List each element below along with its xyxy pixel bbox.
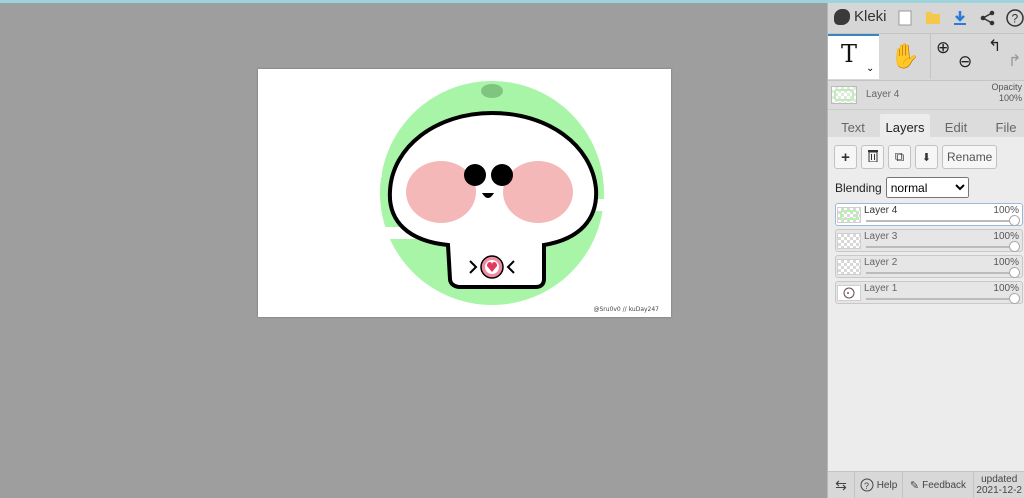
panel-footer: ⇆ ? Help ✎ Feedback updated 2021-12-2	[828, 471, 1024, 498]
open-folder-icon[interactable]	[924, 9, 942, 27]
kleki-logo-icon	[834, 8, 850, 25]
share-glyph	[980, 10, 995, 26]
layer-name: Layer 1	[864, 283, 898, 294]
layer-name: Layer 2	[864, 257, 898, 268]
current-layer-opacity: Opacity 100%	[991, 82, 1022, 104]
rename-layer-button[interactable]: Rename	[942, 145, 998, 169]
updated-info[interactable]: updated 2021-12-2	[976, 474, 1022, 496]
text-tool-icon: T	[841, 40, 858, 68]
layer-item-1[interactable]: Layer 1 100%	[835, 281, 1023, 304]
layer-thumbnail	[837, 285, 861, 301]
layer-thumbnail	[837, 259, 861, 275]
new-image-icon[interactable]	[896, 9, 914, 27]
opacity-value: 100%	[998, 93, 1022, 103]
zoom-out-icon[interactable]: ⊖	[958, 52, 972, 72]
layer-thumbnail	[837, 207, 861, 223]
help-button[interactable]: ? Help	[855, 472, 903, 498]
layer-thumbnail	[837, 233, 861, 249]
layer-item-4[interactable]: Layer 4 100%	[835, 203, 1023, 226]
current-layer-info: Layer 4 Opacity 100%	[828, 81, 1024, 110]
toolbar: T ⌄ ✋ ⊕ ⊖ ↰ ↱	[828, 34, 1024, 81]
chevron-down-icon[interactable]: ⌄	[866, 63, 874, 74]
side-panel: Kleki ? T ⌄ ✋ ⊕ ⊖ ↰ ↱ Layer 4 Opacity 10…	[827, 3, 1024, 498]
svg-text:?: ?	[864, 481, 869, 491]
blending-select[interactable]: normal	[885, 177, 969, 198]
zoom-in-icon[interactable]: ⊕	[936, 38, 950, 58]
hand-icon: ✋	[890, 43, 920, 70]
help-glyph: ?	[1006, 9, 1024, 27]
opacity-slider-track[interactable]	[866, 298, 1014, 300]
opacity-slider-track[interactable]	[866, 272, 1014, 274]
merge-down-icon: ⬇	[921, 151, 932, 164]
download-glyph	[954, 11, 966, 25]
swap-side-icon[interactable]: ⇆	[828, 472, 855, 498]
new-image-glyph	[898, 10, 912, 26]
opacity-slider-handle[interactable]	[1009, 267, 1020, 278]
trash-icon	[867, 149, 878, 165]
help-circle-icon: ?	[860, 478, 874, 492]
panel-header: Kleki ?	[828, 3, 1024, 34]
share-icon[interactable]	[979, 9, 997, 27]
plus-icon: +	[841, 148, 850, 166]
layer-name: Layer 3	[864, 231, 898, 242]
feedback-button[interactable]: ✎ Feedback	[903, 472, 974, 498]
artwork	[368, 81, 608, 305]
updated-date: 2021-12-2	[976, 485, 1022, 496]
delete-layer-button[interactable]	[861, 145, 884, 169]
help-label: Help	[876, 479, 898, 491]
blending-label: Blending	[835, 180, 882, 195]
folder-glyph	[926, 12, 940, 24]
feedback-label: Feedback	[922, 479, 967, 491]
sprout-leaf	[481, 84, 503, 98]
opacity-label: Opacity	[991, 82, 1022, 92]
opacity-slider-track[interactable]	[866, 220, 1014, 222]
current-layer-thumbnail	[831, 86, 857, 104]
download-icon[interactable]	[951, 9, 969, 27]
drawing-canvas[interactable]: @Sru0v0 // kuDay247	[258, 69, 671, 317]
hand-tool-button[interactable]: ✋	[880, 34, 931, 79]
layers-panel: + ⧉ ⬇ Rename Blending normal Layer 4 100…	[828, 137, 1024, 472]
redo-icon[interactable]: ↱	[1008, 51, 1021, 71]
opacity-slider-handle[interactable]	[1009, 241, 1020, 252]
svg-text:?: ?	[1012, 12, 1019, 26]
app-logo[interactable]: Kleki	[834, 8, 887, 25]
text-tool-button[interactable]: T ⌄	[828, 34, 879, 79]
opacity-slider-handle[interactable]	[1009, 215, 1020, 226]
layer-name: Layer 4	[864, 205, 898, 216]
layer-1-preview	[843, 287, 855, 299]
updated-label: updated	[981, 474, 1018, 485]
layer-item-3[interactable]: Layer 3 100%	[835, 229, 1023, 252]
duplicate-layer-button[interactable]: ⧉	[888, 145, 911, 169]
feedback-icon: ✎	[909, 479, 920, 492]
help-icon[interactable]: ?	[1006, 9, 1024, 27]
app-name: Kleki	[854, 8, 887, 25]
trash-glyph	[867, 149, 878, 162]
canvas-workspace[interactable]: @Sru0v0 // kuDay247	[0, 3, 827, 498]
opacity-slider-track[interactable]	[866, 246, 1014, 248]
blending-row: Blending normal	[835, 177, 969, 198]
undo-icon[interactable]: ↰	[988, 36, 1001, 56]
layer-actions: + ⧉ ⬇ Rename	[834, 145, 998, 169]
canvas-watermark: @Sru0v0 // kuDay247	[593, 306, 659, 313]
current-layer-name: Layer 4	[866, 89, 900, 100]
layer-item-2[interactable]: Layer 2 100%	[835, 255, 1023, 278]
add-layer-button[interactable]: +	[834, 145, 857, 169]
merge-layer-button[interactable]: ⬇	[915, 145, 938, 169]
opacity-slider-handle[interactable]	[1009, 293, 1020, 304]
duplicate-icon: ⧉	[894, 149, 905, 164]
